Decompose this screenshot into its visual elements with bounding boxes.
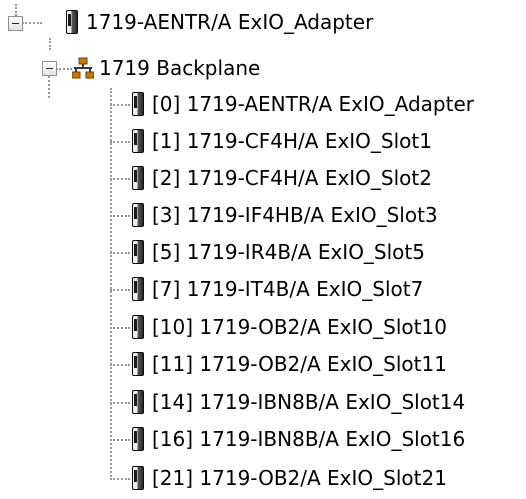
tree-node-module[interactable]: [16] 1719-IBN8B/A ExIO_Slot16	[132, 421, 465, 457]
tree-node-module[interactable]: [3] 1719-IF4HB/A ExIO_Slot3	[132, 197, 438, 233]
tree-connector	[110, 178, 130, 180]
tree-connector	[110, 141, 130, 143]
tree-node-label: [3] 1719-IF4HB/A ExIO_Slot3	[152, 203, 438, 227]
module-icon	[132, 92, 144, 116]
tree-node-label: 1719 Backplane	[99, 56, 261, 80]
tree-connector	[49, 38, 51, 50]
module-icon	[132, 277, 144, 301]
tree-node-module[interactable]: [10] 1719-OB2/A ExIO_Slot10	[132, 309, 447, 345]
tree-connector	[22, 22, 42, 24]
device-tree: 1719-AENTR/A ExIO_Adapter 1719 Backplane…	[0, 0, 526, 499]
collapse-backplane-button[interactable]	[42, 61, 57, 76]
module-icon	[132, 427, 144, 451]
tree-node-label: [10] 1719-OB2/A ExIO_Slot10	[152, 315, 447, 339]
tree-node-module[interactable]: [0] 1719-AENTR/A ExIO_Adapter	[132, 86, 474, 122]
module-icon	[132, 166, 144, 190]
tree-node-label: [2] 1719-CF4H/A ExIO_Slot2	[152, 166, 432, 190]
tree-connector	[110, 478, 130, 480]
tree-node-module[interactable]: [21] 1719-OB2/A ExIO_Slot21	[132, 460, 447, 496]
module-icon	[132, 129, 144, 153]
tree-node-backplane[interactable]: 1719 Backplane	[72, 50, 260, 86]
tree-node-label: 1719-AENTR/A ExIO_Adapter	[86, 10, 374, 34]
tree-connector	[110, 215, 130, 217]
tree-node-label: [1] 1719-CF4H/A ExIO_Slot1	[152, 129, 432, 153]
tree-node-label: [5] 1719-IR4B/A ExIO_Slot5	[152, 240, 425, 264]
tree-connector	[110, 104, 130, 106]
tree-node-module[interactable]: [14] 1719-IBN8B/A ExIO_Slot14	[132, 384, 465, 420]
tree-connector	[110, 289, 130, 291]
tree-node-label: [16] 1719-IBN8B/A ExIO_Slot16	[152, 427, 466, 451]
tree-connector	[110, 439, 130, 441]
tree-connector	[110, 88, 112, 480]
tree-node-module[interactable]: [11] 1719-OB2/A ExIO_Slot11	[132, 346, 447, 382]
tree-node-label: [21] 1719-OB2/A ExIO_Slot21	[152, 466, 447, 490]
tree-connector	[110, 364, 130, 366]
tree-connector	[110, 327, 130, 329]
tree-connector	[110, 252, 130, 254]
collapse-root-button[interactable]	[8, 16, 23, 31]
tree-node-adapter[interactable]: 1719-AENTR/A ExIO_Adapter	[66, 4, 373, 40]
tree-node-module[interactable]: [1] 1719-CF4H/A ExIO_Slot1	[132, 123, 432, 159]
tree-node-label: [14] 1719-IBN8B/A ExIO_Slot14	[152, 390, 466, 414]
module-icon	[66, 10, 78, 34]
tree-connector	[48, 76, 50, 98]
module-icon	[132, 315, 144, 339]
tree-node-module[interactable]: [2] 1719-CF4H/A ExIO_Slot2	[132, 160, 432, 196]
network-icon	[72, 57, 94, 79]
module-icon	[132, 240, 144, 264]
tree-connector	[110, 402, 130, 404]
tree-node-label: [0] 1719-AENTR/A ExIO_Adapter	[152, 92, 474, 116]
tree-node-label: [7] 1719-IT4B/A ExIO_Slot7	[152, 277, 424, 301]
module-icon	[132, 203, 144, 227]
tree-node-label: [11] 1719-OB2/A ExIO_Slot11	[152, 352, 447, 376]
module-icon	[132, 352, 144, 376]
tree-node-module[interactable]: [5] 1719-IR4B/A ExIO_Slot5	[132, 234, 425, 270]
module-icon	[132, 390, 144, 414]
tree-connector	[15, 4, 17, 16]
module-icon	[132, 466, 144, 490]
tree-node-module[interactable]: [7] 1719-IT4B/A ExIO_Slot7	[132, 271, 423, 307]
tree-connector	[56, 68, 72, 70]
